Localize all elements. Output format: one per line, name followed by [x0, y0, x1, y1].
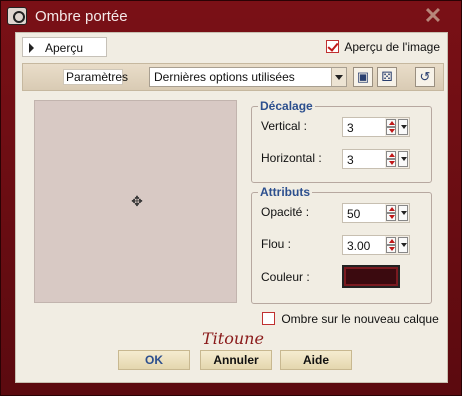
- floppy-disk-icon: ▣: [356, 69, 370, 84]
- horizontal-value: 3: [347, 153, 354, 167]
- parameters-label: Paramètres: [63, 69, 128, 85]
- increment-icon[interactable]: [386, 205, 396, 213]
- increment-icon[interactable]: [386, 151, 396, 159]
- decalage-title: Décalage: [258, 99, 315, 113]
- expand-triangle-icon: [29, 43, 34, 53]
- decrement-icon[interactable]: [386, 213, 396, 221]
- attributs-group: Attributs Opacité : 50 Flou : 3.00 Coule…: [251, 185, 432, 304]
- dice-icon: ⚄: [381, 69, 393, 84]
- save-preset-button[interactable]: ▣: [353, 67, 373, 87]
- reset-button[interactable]: ↺: [415, 67, 435, 87]
- horizontal-spinbox[interactable]: 3: [342, 149, 410, 169]
- decrement-icon[interactable]: [386, 127, 396, 135]
- chevron-down-icon[interactable]: [331, 68, 346, 86]
- couleur-label: Couleur :: [261, 270, 310, 284]
- camera-icon: [7, 7, 27, 25]
- flou-label: Flou :: [261, 237, 292, 251]
- vertical-value: 3: [347, 121, 354, 135]
- preview-area[interactable]: ✥: [34, 100, 237, 303]
- chevron-down-icon[interactable]: [398, 119, 408, 135]
- annuler-button[interactable]: Annuler: [200, 350, 272, 370]
- crosshair-icon: ✥: [131, 193, 143, 209]
- attributs-title: Attributs: [258, 185, 312, 199]
- preset-select[interactable]: Dernières options utilisées: [149, 67, 347, 87]
- apercu-label: Aperçu: [45, 41, 84, 55]
- opacite-value: 50: [347, 207, 361, 221]
- reset-icon: ↺: [419, 69, 431, 84]
- horizontal-label: Horizontal :: [261, 151, 322, 165]
- chevron-down-icon[interactable]: [398, 151, 408, 167]
- opacite-spinbox[interactable]: 50: [342, 203, 410, 223]
- apercu-toggle-button[interactable]: Aperçu: [22, 37, 107, 57]
- apercu-image-checkbox-box[interactable]: [326, 40, 339, 54]
- preset-select-value: Dernières options utilisées: [154, 70, 295, 84]
- opacite-label: Opacité :: [261, 205, 310, 219]
- increment-icon[interactable]: [386, 119, 396, 127]
- chevron-down-icon[interactable]: [398, 205, 408, 221]
- dialog-window: Ombre portée ✕ Aperçu Aperçu de l'image …: [0, 0, 462, 396]
- window-title: Ombre portée: [35, 8, 128, 25]
- apercu-image-label: Aperçu de l'image: [344, 39, 441, 54]
- vertical-label: Vertical :: [261, 119, 308, 133]
- decrement-icon[interactable]: [386, 245, 396, 253]
- title-bar[interactable]: Ombre portée ✕: [1, 1, 462, 31]
- vertical-spin-arrows: [385, 118, 409, 136]
- random-button[interactable]: ⚄: [377, 67, 397, 87]
- ombre-calque-checkbox-box[interactable]: [262, 312, 275, 326]
- chevron-down-icon[interactable]: [398, 237, 408, 253]
- apercu-image-checkbox[interactable]: Aperçu de l'image: [326, 39, 440, 54]
- increment-icon[interactable]: [386, 237, 396, 245]
- flou-value: 3.00: [347, 239, 371, 253]
- aide-button[interactable]: Aide: [280, 350, 352, 370]
- flou-spin-arrows: [385, 236, 409, 254]
- close-icon[interactable]: ✕: [421, 5, 445, 27]
- vertical-spinbox[interactable]: 3: [342, 117, 410, 137]
- horizontal-spin-arrows: [385, 150, 409, 168]
- dialog-panel: Aperçu Aperçu de l'image Paramètres Dern…: [15, 32, 448, 383]
- parameters-bar: Paramètres Dernières options utilisées ▣…: [22, 63, 444, 91]
- ombre-calque-checkbox[interactable]: Ombre sur le nouveau calque: [262, 311, 439, 326]
- ok-button[interactable]: OK: [118, 350, 190, 370]
- decalage-group: Décalage Vertical : 3 Horizontal : 3: [251, 99, 432, 183]
- couleur-swatch[interactable]: [342, 265, 400, 288]
- ombre-calque-label: Ombre sur le nouveau calque: [281, 311, 439, 326]
- opacite-spin-arrows: [385, 204, 409, 222]
- flou-spinbox[interactable]: 3.00: [342, 235, 410, 255]
- decrement-icon[interactable]: [386, 159, 396, 167]
- signature-watermark: Titoune: [202, 329, 264, 348]
